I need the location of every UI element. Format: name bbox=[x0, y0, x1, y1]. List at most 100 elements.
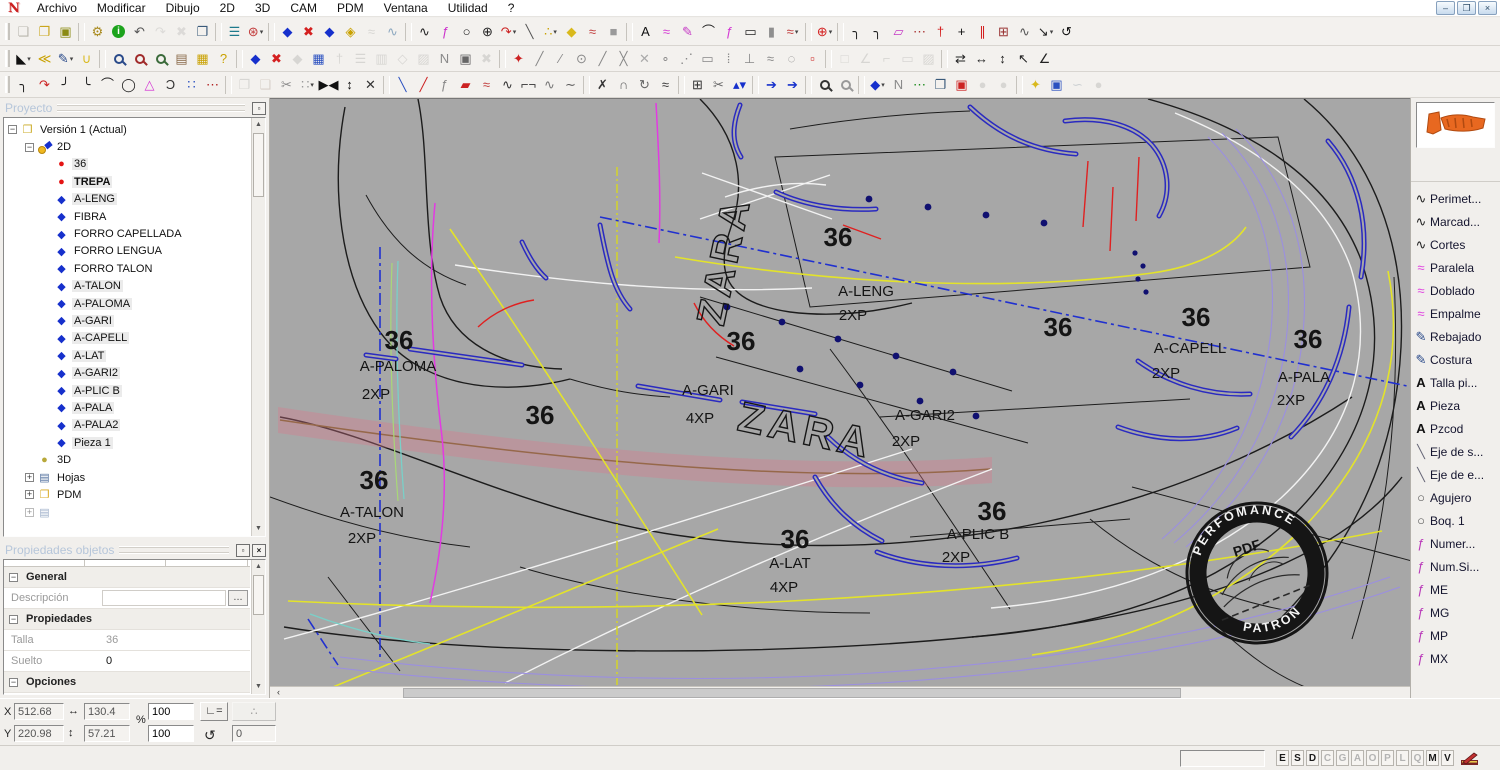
push-wave-right-button-icon[interactable]: ➔ bbox=[761, 74, 782, 95]
frame-i-button-icon[interactable]: ▣ bbox=[455, 48, 476, 69]
dash-red-green-button-icon[interactable]: ⋯ bbox=[909, 74, 930, 95]
measure-diagonal-button-icon[interactable]: ⇄ bbox=[950, 48, 971, 69]
tool-agujero[interactable]: ○ Agujero bbox=[1412, 486, 1499, 509]
rotate-icon[interactable]: ↺ bbox=[204, 727, 216, 744]
snap-intersection-button-icon[interactable]: ╳ bbox=[613, 48, 634, 69]
tree-item-a-leng[interactable]: ◆ A-LENG bbox=[6, 191, 249, 208]
piece-in-button-icon[interactable]: ◆ bbox=[277, 21, 298, 42]
construction-line-tool-icon[interactable]: ╲ bbox=[519, 21, 540, 42]
tool-doblado[interactable]: ≈ Doblado bbox=[1412, 279, 1499, 302]
filled-region-tool-icon[interactable]: ■ bbox=[603, 21, 624, 42]
panel-grip[interactable] bbox=[119, 547, 229, 553]
tree-item-a-paloma[interactable]: ◆ A-PALOMA bbox=[6, 295, 249, 312]
mode-letter-g[interactable]: G bbox=[1336, 750, 1349, 766]
open-arc-tool-icon[interactable]: Ɔ bbox=[160, 74, 181, 95]
collapse-icon[interactable]: − bbox=[9, 677, 18, 687]
menu-archivo[interactable]: Archivo bbox=[27, 1, 87, 15]
help-document-button-icon[interactable]: ? bbox=[213, 48, 234, 69]
tool-perimet[interactable]: ∿ Perimet... bbox=[1412, 187, 1499, 210]
rotate-view-button-icon[interactable]: ↺ bbox=[1056, 21, 1077, 42]
mode-letter-s[interactable]: S bbox=[1291, 750, 1304, 766]
snap-grid-button-icon[interactable]: ⁞ bbox=[718, 48, 739, 69]
tool-rebajado[interactable]: ✎ Rebajado bbox=[1412, 325, 1499, 348]
fill-piece-tool-icon[interactable]: ◆ bbox=[561, 21, 582, 42]
scrollbar-thumb[interactable] bbox=[403, 688, 1181, 698]
toolbar-grip[interactable] bbox=[5, 50, 10, 67]
tree-item-36[interactable]: ● 36 bbox=[6, 156, 249, 173]
expand-icon[interactable]: + bbox=[25, 507, 34, 517]
rectangle-tool-icon[interactable]: ▭ bbox=[740, 21, 761, 42]
dynamite-tool-icon[interactable]: ▰ bbox=[455, 74, 476, 95]
ruler-button-icon[interactable]: ▤ bbox=[171, 48, 192, 69]
layers-button-icon[interactable]: ☰ bbox=[224, 21, 245, 42]
collapse-icon[interactable]: − bbox=[8, 125, 17, 135]
descripcion-browse-button[interactable]: ... bbox=[228, 590, 248, 606]
scale-y-input[interactable]: 100 bbox=[148, 725, 194, 742]
drawing-canvas[interactable]: 36 A-PALOMA 2XP 36 36 A-TALON 2XP 36 A-GARI 4XP 36… bbox=[270, 99, 1410, 687]
panel-restore-button[interactable]: ▫ bbox=[252, 101, 266, 115]
collapse-icon[interactable]: − bbox=[25, 142, 34, 152]
snap-near-button-icon[interactable]: ✕ bbox=[634, 48, 655, 69]
piece-select-button-icon[interactable]: ◆ bbox=[319, 21, 340, 42]
trim-corner-tool-icon[interactable]: ╮ bbox=[846, 21, 867, 42]
section-general[interactable]: − General bbox=[4, 567, 250, 588]
snap-incline-button-icon[interactable]: ⋰ bbox=[676, 48, 697, 69]
snap-segment-button-icon[interactable]: ∕ bbox=[550, 48, 571, 69]
push-wave-left-button-icon[interactable]: ➔ bbox=[782, 74, 803, 95]
fillet-corner-button-icon[interactable]: ╯ bbox=[55, 74, 76, 95]
notch-wave-tool-icon[interactable]: ≈ bbox=[656, 21, 677, 42]
collapse-icon[interactable]: − bbox=[9, 614, 18, 624]
undo-button-icon[interactable]: ↶ bbox=[129, 21, 150, 42]
tool-eje-de-s[interactable]: ╲ Eje de s... bbox=[1412, 440, 1499, 463]
mode-letter-v[interactable]: V bbox=[1441, 750, 1454, 766]
scrollbar-thumb[interactable] bbox=[253, 575, 264, 615]
snap-circle-button-icon[interactable]: ⊙ bbox=[571, 48, 592, 69]
tool-numer[interactable]: ƒ Numer... bbox=[1412, 532, 1499, 555]
expand-icon[interactable]: + bbox=[25, 473, 34, 482]
scroll-down-arrow-icon[interactable]: ▼ bbox=[252, 680, 265, 694]
new-image-button-icon[interactable]: ✦ bbox=[1025, 74, 1046, 95]
scrollbar-thumb[interactable] bbox=[253, 133, 264, 197]
tree-item-a-talon[interactable]: ◆ A-TALON bbox=[6, 278, 249, 295]
tree-item-hojas[interactable]: + ▤ Hojas bbox=[6, 469, 249, 486]
divide-dashes-tool-icon[interactable]: ⋯ bbox=[909, 21, 930, 42]
mode-letter-q[interactable]: Q bbox=[1411, 750, 1424, 766]
adjust-wave-tool-icon[interactable]: ∿ bbox=[1014, 21, 1035, 42]
parallel-red-tool-icon[interactable]: ∥ bbox=[972, 21, 993, 42]
panel-close-button[interactable]: × bbox=[252, 543, 266, 557]
tree-item-versi-n-1-actual[interactable]: − ❒ Versión 1 (Actual) bbox=[6, 121, 249, 138]
scroll-left-arrow-icon[interactable]: ‹ bbox=[272, 687, 285, 698]
section-propiedades[interactable]: − Propiedades bbox=[4, 609, 250, 630]
menu-modificar[interactable]: Modificar bbox=[87, 1, 156, 15]
tree-scrollbar[interactable]: ▲ ▼ bbox=[251, 118, 265, 536]
close-button[interactable]: × bbox=[1478, 1, 1497, 15]
tree-item-forro-capellada[interactable]: ◆ FORRO CAPELLADA bbox=[6, 225, 249, 242]
snap-point-button-icon[interactable]: ∘ bbox=[655, 48, 676, 69]
descripcion-field[interactable] bbox=[102, 590, 226, 606]
print-button-icon[interactable]: ▦ bbox=[192, 48, 213, 69]
panel-maximize-button[interactable]: ▫ bbox=[236, 543, 250, 557]
measure-curve-button-icon[interactable]: ↖ bbox=[1013, 48, 1034, 69]
measure-width-button-icon[interactable]: ↔ bbox=[971, 48, 992, 69]
tool-talla-pi[interactable]: A Talla pi... bbox=[1412, 371, 1499, 394]
toolbar-grip[interactable] bbox=[5, 76, 10, 93]
tool-pzcod[interactable]: A Pzcod bbox=[1412, 417, 1499, 440]
arc-tool-icon[interactable]: ↷ ▾ bbox=[498, 21, 519, 42]
mode-letter-l[interactable]: L bbox=[1396, 750, 1409, 766]
tree-item-2d[interactable]: − ◆ 2D bbox=[6, 138, 249, 155]
mode-letter-d[interactable]: D bbox=[1306, 750, 1319, 766]
mode-letter-p[interactable]: P bbox=[1381, 750, 1394, 766]
snap-slope-button-icon[interactable]: ╱ bbox=[592, 48, 613, 69]
transform-x-button-icon[interactable]: ✕ bbox=[360, 74, 381, 95]
wave-select-tool-icon[interactable]: ≈ bbox=[655, 74, 676, 95]
fold-wings-button-icon[interactable]: ≪ bbox=[34, 48, 55, 69]
zoom-dynamic-button-icon[interactable] bbox=[129, 48, 150, 69]
new-document-button-icon[interactable]: ❏ bbox=[13, 21, 34, 42]
tree-item-a-lat[interactable]: ◆ A-LAT bbox=[6, 347, 249, 364]
toolbar-grip[interactable] bbox=[5, 23, 10, 40]
mode-letter-m[interactable]: M bbox=[1426, 750, 1439, 766]
attach-plug-tool-icon[interactable]: ⊞ bbox=[993, 21, 1014, 42]
snap-ruler-button-icon[interactable]: ▭ bbox=[697, 48, 718, 69]
wave-solid-tool-icon[interactable]: ∿ bbox=[539, 74, 560, 95]
tree-item-trepa[interactable]: ● TREPA bbox=[6, 173, 249, 190]
